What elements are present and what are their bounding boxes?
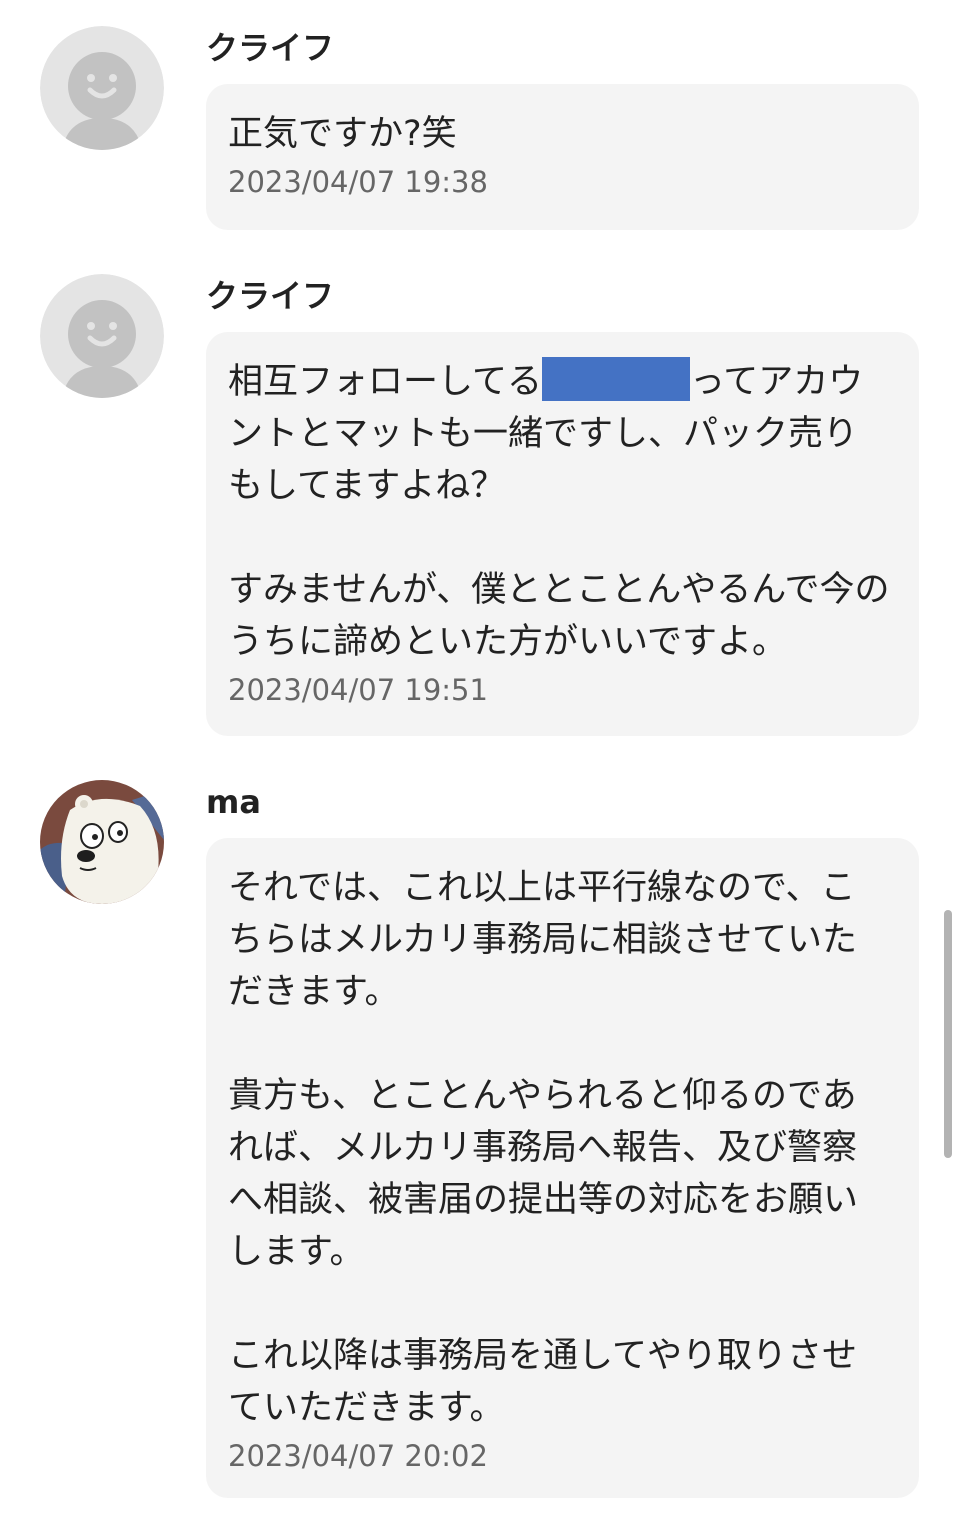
sender-name[interactable]: クライフ [206, 28, 334, 68]
message-bubble: 正気ですか?笑 2023/04/07 19:38 [206, 84, 919, 230]
message-text-line: 貴方も、とことんやられると仰るのであ [228, 1076, 857, 1116]
message-text-line: すみませんが、僕ととことんやるんで今の [228, 570, 890, 610]
message-text-line: 相互フォローしてる ってアカウ [228, 356, 899, 408]
default-user-avatar[interactable] [40, 26, 164, 150]
message-text-line: うちに諦めといた方がいいですよ。 [228, 622, 787, 662]
message-timestamp: 2023/04/07 19:38 [228, 165, 488, 199]
sender-name[interactable]: クライフ [206, 276, 334, 316]
message-timestamp: 2023/04/07 19:51 [228, 673, 488, 707]
message-text-line: へ相談、被害届の提出等の対応をお願い [228, 1180, 859, 1220]
redaction-block [541, 357, 690, 401]
message-text-line: します。 [228, 1232, 365, 1272]
message-timestamp: 2023/04/07 20:02 [228, 1439, 488, 1473]
polar-bear-avatar [40, 780, 164, 904]
message-bubble: 相互フォローしてる ってアカウ ントとマットも一緒ですし、パック売り もしてますよ… [206, 332, 919, 736]
message-text-line: ントとマットも一緒ですし、パック売り [228, 414, 859, 454]
message-text-line: ちらはメルカリ事務局に相談させていた [228, 920, 857, 960]
message-text-line: れば、メルカリ事務局へ報告、及び警察 [228, 1128, 857, 1168]
message-text-line: これ以降は事務局を通してやり取りさせ [228, 1336, 857, 1376]
default-user-icon [40, 26, 164, 150]
message-text-line: それでは、これ以上は平行線なので、こ [228, 868, 856, 908]
message-text-line [228, 512, 899, 564]
message-text-segment: ってアカウ [689, 362, 864, 402]
user-avatar[interactable] [40, 780, 164, 904]
default-user-avatar[interactable] [40, 274, 164, 398]
default-user-icon [40, 274, 164, 398]
sender-name[interactable]: ma [206, 782, 261, 822]
message-text-line [228, 1278, 899, 1330]
message-text-segment: 相互フォローしてる [228, 362, 542, 402]
message-text-line: もしてますよね？ [228, 466, 506, 506]
message-text-line: ていただきます。 [228, 1388, 505, 1428]
message-bubble: それでは、これ以上は平行線なので、こ ちらはメルカリ事務局に相談させていた だき… [206, 838, 919, 1498]
message-text-line: だきます。 [228, 972, 400, 1012]
scrollbar[interactable] [944, 910, 952, 1158]
message-text: 正気ですか?笑 [228, 114, 457, 154]
message-text-line [228, 1018, 899, 1070]
